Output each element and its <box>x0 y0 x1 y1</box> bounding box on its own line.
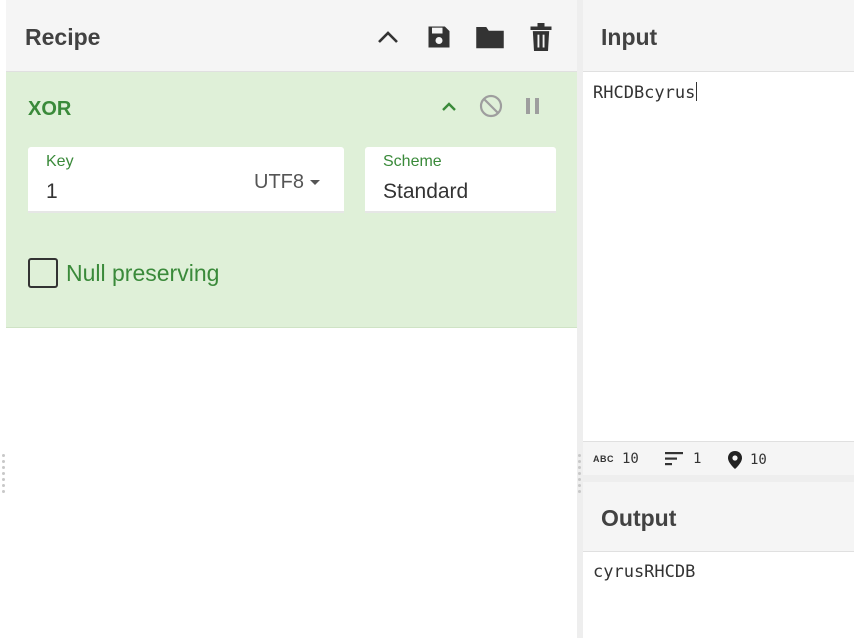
output-title: Output <box>601 505 677 531</box>
disable-icon[interactable] <box>477 92 505 120</box>
lines-stat: 1 <box>665 451 701 467</box>
null-preserving-checkbox[interactable] <box>28 258 58 288</box>
scheme-select[interactable]: Standard <box>383 180 468 204</box>
key-input[interactable]: 1 <box>46 180 58 204</box>
operation-title: XOR <box>28 98 72 120</box>
io-splitter[interactable] <box>583 475 854 482</box>
caret-down-icon <box>310 180 320 185</box>
pause-icon[interactable] <box>519 92 547 120</box>
input-status-bar: ABC 10 1 10 <box>583 441 854 475</box>
recipe-header: Recipe <box>6 0 577 72</box>
recipe-title: Recipe <box>25 24 101 50</box>
key-field[interactable]: Key 1 UTF8 <box>28 147 344 213</box>
abc-icon: ABC <box>593 454 614 464</box>
trash-icon[interactable] <box>524 20 558 54</box>
length-stat: ABC 10 <box>593 451 639 467</box>
key-encoding-value: UTF8 <box>254 171 304 193</box>
key-encoding-dropdown[interactable]: UTF8 <box>254 171 320 194</box>
input-pane: Input RHCDBcyrus <box>583 0 854 441</box>
input-title: Input <box>601 24 658 50</box>
lines-value: 1 <box>693 451 702 467</box>
text-cursor <box>696 82 698 101</box>
key-label: Key <box>46 153 74 170</box>
scheme-field[interactable]: Scheme Standard <box>365 147 556 213</box>
scheme-label: Scheme <box>383 153 442 170</box>
input-text: RHCDBcyrus <box>593 83 696 103</box>
save-icon[interactable] <box>422 20 456 54</box>
null-preserving-label[interactable]: Null preserving <box>66 260 219 287</box>
chevron-up-icon[interactable] <box>435 92 463 120</box>
location-pin-icon <box>728 451 742 469</box>
resize-handle[interactable] <box>2 454 5 498</box>
chevron-up-icon[interactable] <box>371 20 405 54</box>
input-header: Input <box>583 0 854 72</box>
resize-handle[interactable] <box>578 454 581 498</box>
output-header: Output <box>583 482 854 552</box>
output-pane: Output cyrusRHCDB <box>583 482 854 638</box>
folder-icon[interactable] <box>473 20 507 54</box>
length-value: 10 <box>622 451 639 467</box>
lines-icon <box>665 452 683 466</box>
position-value: 10 <box>750 452 767 468</box>
recipe-pane: Recipe XOR Key 1 UTF8 Scheme Standard Nu… <box>6 0 577 638</box>
xor-operation: XOR Key 1 UTF8 Scheme Standard Null pres… <box>6 72 577 328</box>
input-textarea[interactable]: RHCDBcyrus <box>593 82 698 103</box>
output-text[interactable]: cyrusRHCDB <box>593 562 695 582</box>
position-stat: 10 <box>728 451 767 469</box>
